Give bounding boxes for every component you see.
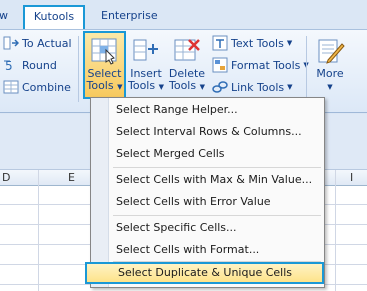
link-tools-button[interactable]: Link Tools ▼ xyxy=(212,77,293,97)
select-tools-label-line2: Tools xyxy=(86,79,114,92)
link-tools-icon xyxy=(212,79,228,95)
combine-icon xyxy=(3,79,19,95)
more-button[interactable]: More ▼ xyxy=(310,33,350,97)
to-actual-button[interactable]: To Actual xyxy=(3,33,72,53)
delete-tools-button[interactable]: Delete Tools ▼ xyxy=(166,33,208,97)
menu-item-select-interval-rows-columns[interactable]: Select Interval Rows & Columns... xyxy=(111,122,321,142)
round-icon: 5 xyxy=(3,57,19,73)
combine-label: Combine xyxy=(22,80,71,94)
insert-tools-button[interactable]: Insert Tools ▼ xyxy=(125,33,167,97)
select-tools-icon xyxy=(89,36,121,66)
round-button[interactable]: 5 Round xyxy=(3,55,57,75)
menu-gutter xyxy=(91,98,109,287)
select-tools-menu: Select Range Helper... Select Interval R… xyxy=(85,97,325,288)
menu-item-select-range-helper[interactable]: Select Range Helper... xyxy=(111,100,321,120)
tab-kutools[interactable]: Kutools xyxy=(23,5,85,30)
to-actual-label: To Actual xyxy=(22,36,72,50)
menu-separator xyxy=(113,215,321,216)
menu-item-select-cells-with-format[interactable]: Select Cells with Format... xyxy=(111,240,321,260)
text-tools-label: Text Tools xyxy=(231,36,284,50)
insert-tools-label-line2: Tools xyxy=(128,79,156,92)
delete-tools-icon xyxy=(171,36,203,66)
grid-line xyxy=(335,170,336,291)
format-tools-button[interactable]: Format Tools ▼ xyxy=(212,55,309,75)
combine-button[interactable]: Combine xyxy=(3,77,71,97)
select-tools-button[interactable]: Select Tools ▼ xyxy=(83,31,126,99)
ribbon-separator xyxy=(306,36,307,102)
format-tools-label: Format Tools xyxy=(231,58,301,72)
ribbon-separator xyxy=(78,36,79,102)
insert-tools-icon xyxy=(130,36,162,66)
column-header-i[interactable]: I xyxy=(350,171,353,184)
delete-tools-label-line2: Tools xyxy=(169,79,197,92)
to-actual-icon xyxy=(3,35,20,51)
menu-item-select-specific-cells[interactable]: Select Specific Cells... xyxy=(111,218,321,238)
more-icon xyxy=(314,36,346,66)
tab-previous[interactable]: w xyxy=(0,6,8,28)
chevron-down-icon: ▼ xyxy=(158,83,164,91)
text-tools-icon xyxy=(212,35,228,51)
format-tools-icon xyxy=(212,57,228,73)
column-header-d[interactable]: D xyxy=(2,171,10,184)
round-label: Round xyxy=(22,58,57,72)
menu-item-select-merged-cells[interactable]: Select Merged Cells xyxy=(111,144,321,164)
chevron-down-icon: ▼ xyxy=(286,39,293,47)
chevron-down-icon: ▼ xyxy=(199,83,205,91)
more-label: More xyxy=(316,67,344,80)
menu-item-select-max-min-value[interactable]: Select Cells with Max & Min Value... xyxy=(111,170,321,190)
chevron-down-icon: ▼ xyxy=(327,83,333,91)
column-header-e[interactable]: E xyxy=(68,171,75,184)
chevron-down-icon: ▼ xyxy=(117,83,123,91)
menu-separator xyxy=(113,167,321,168)
menu-item-select-error-value[interactable]: Select Cells with Error Value xyxy=(111,192,321,212)
menu-item-select-duplicate-unique-cells[interactable]: Select Duplicate & Unique Cells xyxy=(85,262,324,284)
link-tools-label: Link Tools xyxy=(231,80,285,94)
ribbon-tab-strip: w Kutools Enterprise xyxy=(0,0,367,30)
tab-enterprise[interactable]: Enterprise xyxy=(101,6,158,28)
grid-line xyxy=(38,170,39,291)
chevron-down-icon: ▼ xyxy=(287,83,293,91)
text-tools-button[interactable]: Text Tools ▼ xyxy=(212,33,292,53)
